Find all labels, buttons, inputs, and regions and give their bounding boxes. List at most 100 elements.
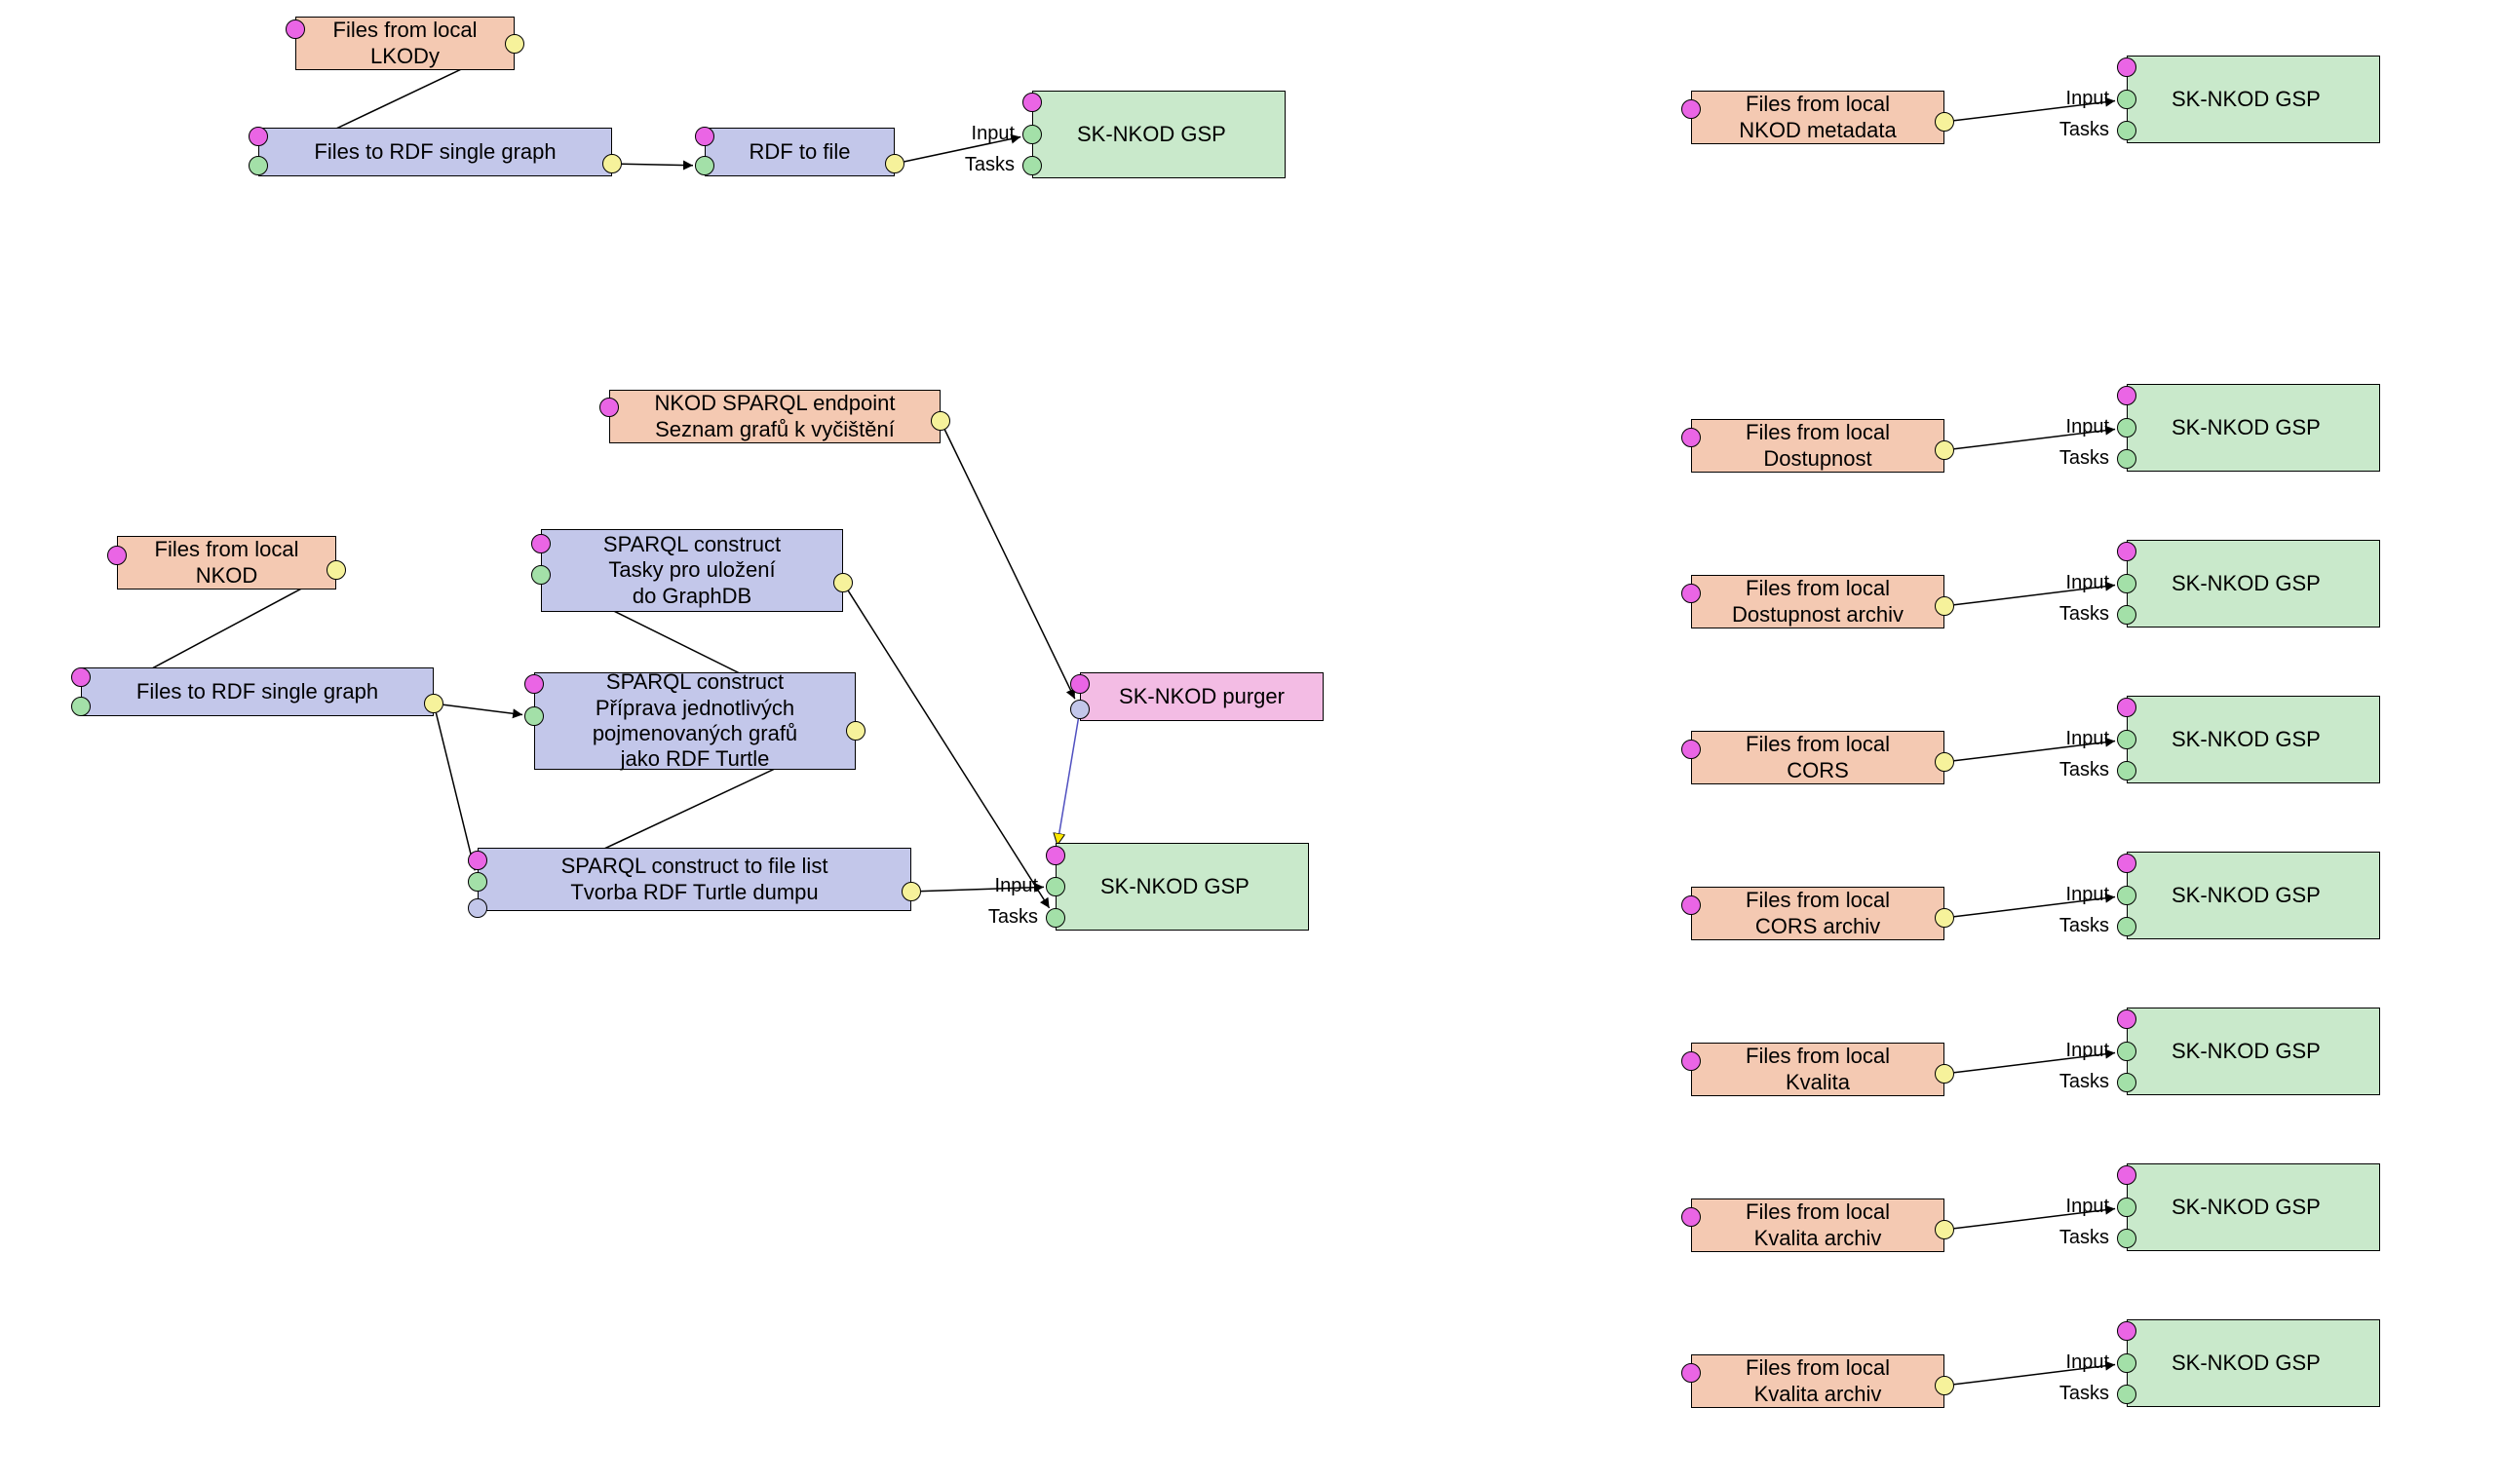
node-rn1[interactable]: Files from local Dostupnost bbox=[1691, 419, 1944, 473]
port-n9-l1[interactable] bbox=[524, 706, 544, 726]
port-rg4-l1[interactable] bbox=[2117, 886, 2136, 905]
node-rg2[interactable]: SK-NKOD GSP bbox=[2127, 540, 2380, 628]
port-rg4-l2[interactable] bbox=[2117, 917, 2136, 936]
port-rg5-l2[interactable] bbox=[2117, 1073, 2136, 1092]
node-rn2[interactable]: Files from local Dostupnost archiv bbox=[1691, 575, 1944, 628]
port-n12-l0[interactable] bbox=[1046, 846, 1065, 865]
port-n12-l2[interactable] bbox=[1046, 908, 1065, 928]
node-rn6[interactable]: Files from local Kvalita archiv bbox=[1691, 1199, 1944, 1252]
port-n6-l0[interactable] bbox=[71, 667, 91, 687]
node-rg5[interactable]: SK-NKOD GSP bbox=[2127, 1008, 2380, 1095]
port-rg1-l0[interactable] bbox=[2117, 386, 2136, 405]
port-n4-l2[interactable] bbox=[1022, 156, 1042, 175]
port-rn3-l0[interactable] bbox=[1681, 740, 1701, 759]
port-rg3-l0[interactable] bbox=[2117, 698, 2136, 717]
port-rn7-l0[interactable] bbox=[1681, 1363, 1701, 1383]
port-n2-r0[interactable] bbox=[602, 154, 622, 173]
port-n3-r0[interactable] bbox=[885, 154, 904, 173]
port-rg5-l1[interactable] bbox=[2117, 1042, 2136, 1061]
node-n3[interactable]: RDF to file bbox=[705, 128, 895, 176]
node-rn7[interactable]: Files from local Kvalita archiv bbox=[1691, 1354, 1944, 1408]
port-n9-r0[interactable] bbox=[846, 721, 865, 741]
port-n6-r0[interactable] bbox=[424, 694, 443, 713]
port-n8-r0[interactable] bbox=[833, 573, 853, 592]
port-n12-l1[interactable] bbox=[1046, 877, 1065, 896]
port-rn6-l0[interactable] bbox=[1681, 1207, 1701, 1227]
port-rg2-l0[interactable] bbox=[2117, 542, 2136, 561]
port-rg4-l0[interactable] bbox=[2117, 854, 2136, 873]
port-rg6-l2[interactable] bbox=[2117, 1229, 2136, 1248]
port-n7-r0[interactable] bbox=[931, 411, 950, 431]
port-rn6-r0[interactable] bbox=[1935, 1220, 1954, 1239]
port-rn7-r0[interactable] bbox=[1935, 1376, 1954, 1395]
node-rg6[interactable]: SK-NKOD GSP bbox=[2127, 1163, 2380, 1251]
node-n2[interactable]: Files to RDF single graph bbox=[258, 128, 612, 176]
node-n7[interactable]: NKOD SPARQL endpoint Seznam grafů k vyči… bbox=[609, 390, 941, 443]
port-rn1-l0[interactable] bbox=[1681, 428, 1701, 447]
node-n6[interactable]: Files to RDF single graph bbox=[81, 667, 434, 716]
node-n8[interactable]: SPARQL construct Tasky pro uložení do Gr… bbox=[541, 529, 843, 612]
port-n4-l0[interactable] bbox=[1022, 93, 1042, 112]
port-rg3-l1[interactable] bbox=[2117, 730, 2136, 749]
node-rn5[interactable]: Files from local Kvalita bbox=[1691, 1043, 1944, 1096]
node-n5[interactable]: Files from local NKOD bbox=[117, 536, 336, 590]
node-rn4[interactable]: Files from local CORS archiv bbox=[1691, 887, 1944, 940]
port-rn5-l0[interactable] bbox=[1681, 1051, 1701, 1071]
port-rn4-l0[interactable] bbox=[1681, 895, 1701, 915]
node-rn0[interactable]: Files from local NKOD metadata bbox=[1691, 91, 1944, 144]
port-rn0-l0[interactable] bbox=[1681, 99, 1701, 119]
port-n5-r0[interactable] bbox=[327, 560, 346, 580]
port-n7-l0[interactable] bbox=[599, 398, 619, 417]
port-rn2-l0[interactable] bbox=[1681, 584, 1701, 603]
node-rg7[interactable]: SK-NKOD GSP bbox=[2127, 1319, 2380, 1407]
port-rg1-l2[interactable] bbox=[2117, 449, 2136, 469]
port-rg7-l2[interactable] bbox=[2117, 1385, 2136, 1404]
port-rg3-l2[interactable] bbox=[2117, 761, 2136, 780]
port-rg0-l0[interactable] bbox=[2117, 57, 2136, 77]
port-rg6-l1[interactable] bbox=[2117, 1198, 2136, 1217]
node-rg4[interactable]: SK-NKOD GSP bbox=[2127, 852, 2380, 939]
port-rn2-r0[interactable] bbox=[1935, 596, 1954, 616]
port-n9-l0[interactable] bbox=[524, 674, 544, 694]
node-rn3[interactable]: Files from local CORS bbox=[1691, 731, 1944, 784]
pipeline-canvas[interactable]: Files from local LKODy Files to RDF singl… bbox=[0, 0, 2500, 1484]
node-rg1[interactable]: SK-NKOD GSP bbox=[2127, 384, 2380, 472]
port-rn1-r0[interactable] bbox=[1935, 440, 1954, 460]
port-n10-l1[interactable] bbox=[468, 872, 487, 892]
node-n9[interactable]: SPARQL construct Příprava jednotlivých p… bbox=[534, 672, 856, 770]
port-n4-l1[interactable] bbox=[1022, 125, 1042, 144]
node-n11[interactable]: SK-NKOD purger bbox=[1080, 672, 1324, 721]
port-n1-r0[interactable] bbox=[505, 34, 524, 54]
port-n5-l0[interactable] bbox=[107, 546, 127, 565]
port-n8-l0[interactable] bbox=[531, 534, 551, 553]
node-n12[interactable]: SK-NKOD GSP bbox=[1056, 843, 1309, 931]
port-rn5-r0[interactable] bbox=[1935, 1064, 1954, 1084]
port-n2-l1[interactable] bbox=[249, 156, 268, 175]
port-rg6-l0[interactable] bbox=[2117, 1165, 2136, 1185]
port-rg7-l1[interactable] bbox=[2117, 1353, 2136, 1373]
port-n6-l1[interactable] bbox=[71, 697, 91, 716]
port-rg2-l1[interactable] bbox=[2117, 574, 2136, 593]
port-n8-l1[interactable] bbox=[531, 565, 551, 585]
port-rg1-l1[interactable] bbox=[2117, 418, 2136, 438]
port-n10-l0[interactable] bbox=[468, 851, 487, 870]
port-n2-l0[interactable] bbox=[249, 127, 268, 146]
node-rg3[interactable]: SK-NKOD GSP bbox=[2127, 696, 2380, 783]
port-n3-l0[interactable] bbox=[695, 127, 714, 146]
port-rn0-r0[interactable] bbox=[1935, 112, 1954, 132]
port-rg0-l1[interactable] bbox=[2117, 90, 2136, 109]
node-n10[interactable]: SPARQL construct to file list Tvorba RDF… bbox=[478, 848, 911, 911]
port-rg0-l2[interactable] bbox=[2117, 121, 2136, 140]
port-n1-l0[interactable] bbox=[286, 19, 305, 39]
port-rg2-l2[interactable] bbox=[2117, 605, 2136, 625]
port-rg7-l0[interactable] bbox=[2117, 1321, 2136, 1341]
port-rn4-r0[interactable] bbox=[1935, 908, 1954, 928]
port-n10-r0[interactable] bbox=[902, 882, 921, 901]
port-n11-l1[interactable] bbox=[1070, 700, 1090, 719]
port-rg5-l0[interactable] bbox=[2117, 1009, 2136, 1029]
port-rn3-r0[interactable] bbox=[1935, 752, 1954, 772]
node-n4[interactable]: SK-NKOD GSP bbox=[1032, 91, 1286, 178]
port-n3-l1[interactable] bbox=[695, 156, 714, 175]
node-n1[interactable]: Files from local LKODy bbox=[295, 17, 515, 70]
port-n10-l2[interactable] bbox=[468, 898, 487, 918]
